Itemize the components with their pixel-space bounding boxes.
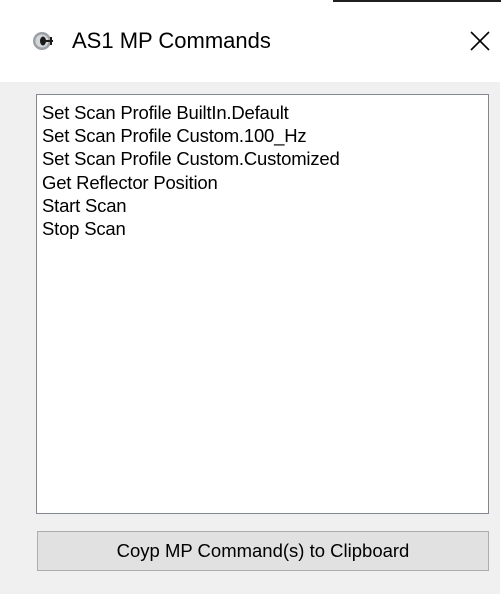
list-item[interactable]: Get Reflector Position [42,171,488,194]
close-button[interactable] [461,22,499,60]
close-icon [470,31,490,51]
commands-listbox[interactable]: Set Scan Profile BuiltIn.Default Set Sca… [36,94,489,514]
window-edge [333,0,501,2]
list-item[interactable]: Stop Scan [42,217,488,240]
list-item[interactable]: Set Scan Profile Custom.Customized [42,147,488,170]
commands-dialog: AS1 MP Commands Set Scan Profile BuiltIn… [0,0,503,594]
list-item[interactable]: Set Scan Profile Custom.100_Hz [42,124,488,147]
copy-to-clipboard-button[interactable]: Coyp MP Command(s) to Clipboard [37,531,489,571]
list-item[interactable]: Set Scan Profile BuiltIn.Default [42,101,488,124]
app-icon [33,32,53,50]
list-item[interactable]: Start Scan [42,194,488,217]
window-title: AS1 MP Commands [72,28,271,53]
title-bar[interactable]: AS1 MP Commands [0,0,503,82]
